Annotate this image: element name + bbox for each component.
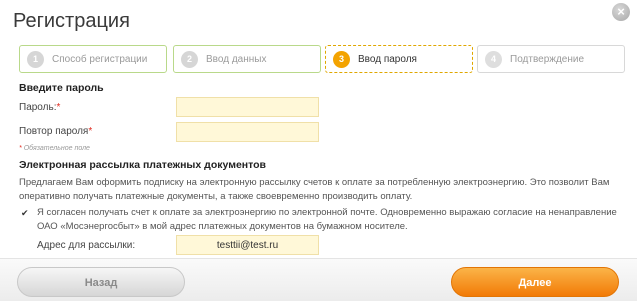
mailing-address-label: Адрес для рассылки:: [37, 240, 136, 251]
step-label: Ввод пароля: [358, 53, 417, 65]
step-number: 4: [485, 50, 502, 68]
mailing-description: Предлагаем Вам оформить подписку на элек…: [19, 176, 619, 204]
step-label: Способ регистрации: [52, 53, 148, 65]
required-mark: *: [88, 126, 93, 137]
required-mark: *: [19, 145, 22, 152]
description-line: Предлагаем Вам оформить подписку на элек…: [19, 177, 610, 188]
step-number: 1: [27, 50, 44, 68]
back-button[interactable]: Назад: [17, 267, 185, 297]
description-line: оперативно получать платежные документы,…: [19, 191, 413, 202]
step-number: 3: [333, 50, 350, 68]
step-password[interactable]: 3 Ввод пароля: [325, 45, 473, 73]
consent-text: Я согласен получать счет к оплате за эле…: [37, 206, 627, 234]
required-note: * Обязательное поле: [19, 145, 90, 152]
consent-line: Я согласен получать счет к оплате за эле…: [37, 207, 617, 218]
mailing-heading: Электронная рассылка платежных документо…: [19, 159, 267, 171]
step-label: Ввод данных: [206, 53, 267, 65]
step-number: 2: [181, 50, 198, 68]
consent-line: ОАО «Мосэнергосбыт» в мой адрес платежны…: [37, 221, 408, 232]
password-label: Пароль:: [19, 102, 57, 113]
step-label: Подтверждение: [510, 53, 585, 65]
step-confirmation[interactable]: 4 Подтверждение: [477, 45, 625, 73]
close-icon[interactable]: ×: [612, 3, 630, 21]
next-button[interactable]: Далее: [451, 267, 619, 297]
repeat-password-label-row: Повтор пароля*: [19, 126, 92, 137]
required-mark: *: [56, 102, 61, 113]
mailing-address-input[interactable]: [176, 235, 319, 255]
repeat-password-label: Повтор пароля: [19, 126, 89, 137]
consent-checkbox[interactable]: ✔: [21, 209, 30, 218]
password-input[interactable]: [176, 97, 319, 117]
dialog-title: Регистрация: [13, 10, 130, 32]
required-note-text: Обязательное поле: [23, 145, 90, 152]
step-registration-method[interactable]: 1 Способ регистрации: [19, 45, 167, 73]
password-heading: Введите пароль: [19, 82, 104, 94]
repeat-password-input[interactable]: [176, 122, 319, 142]
step-data-entry[interactable]: 2 Ввод данных: [173, 45, 321, 73]
password-label-row: Пароль:*: [19, 102, 60, 113]
